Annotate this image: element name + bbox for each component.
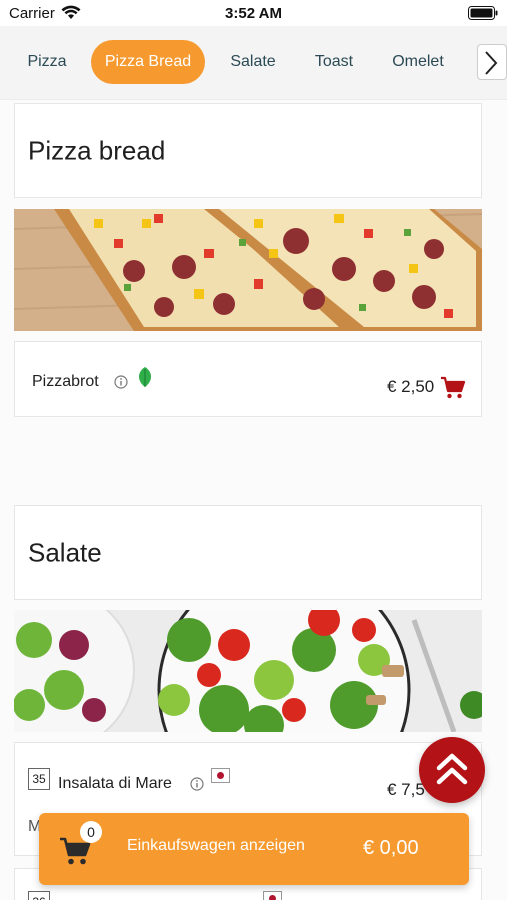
salate-banner-image xyxy=(14,610,482,732)
tab-toast[interactable]: Toast xyxy=(309,40,359,84)
section-title: Salate xyxy=(28,537,102,567)
double-chevron-up-icon xyxy=(436,753,468,785)
tab-pizza[interactable]: Pizza xyxy=(20,40,74,84)
flag-icon xyxy=(211,768,230,783)
cart-label: Einkaufswagen anzeigen xyxy=(127,837,305,854)
product-number-badge: 36 xyxy=(28,891,50,900)
product-number-badge: 35 xyxy=(28,768,50,790)
info-icon[interactable] xyxy=(190,777,204,791)
chevron-right-icon xyxy=(485,51,498,75)
flag-icon xyxy=(263,891,282,900)
status-bar: Carrier 3:52 AM xyxy=(0,0,507,26)
section-header-pizza-bread: Pizza bread xyxy=(14,103,482,198)
leaf-icon xyxy=(139,367,151,387)
cart-count-badge: 0 xyxy=(80,821,102,843)
tab-salate[interactable]: Salate xyxy=(224,40,282,84)
section-header-salate: Salate xyxy=(14,505,482,600)
tab-omelet[interactable]: Omelet xyxy=(386,40,450,84)
product-name: Pizzabrot xyxy=(32,373,99,390)
page: Carrier 3:52 AM Pizza Pizza Bread Salate… xyxy=(0,0,507,900)
clock-label: 3:52 AM xyxy=(225,5,282,22)
scroll-to-top-button[interactable] xyxy=(419,737,485,803)
view-cart-button[interactable]: 0 Einkaufswagen anzeigen € 0,00 xyxy=(39,813,469,885)
add-to-cart-icon[interactable] xyxy=(440,376,466,400)
battery-icon xyxy=(468,6,498,20)
product-price: € 7,5 xyxy=(387,780,425,799)
product-price: € 2,50 xyxy=(387,377,435,396)
tabs-next-button[interactable] xyxy=(477,44,507,80)
product-name: Insalata di Mare xyxy=(58,775,172,792)
tab-pizza-bread[interactable]: Pizza Bread xyxy=(91,40,205,84)
product-row[interactable]: Pizzabrot € 2,50 xyxy=(14,341,482,417)
info-icon[interactable] xyxy=(114,375,128,389)
category-tab-bar: Pizza Pizza Bread Salate Toast Omelet xyxy=(0,26,507,100)
cart-total: € 0,00 xyxy=(363,837,419,859)
pizza-bread-banner-image xyxy=(14,209,482,331)
section-title: Pizza bread xyxy=(28,135,166,165)
